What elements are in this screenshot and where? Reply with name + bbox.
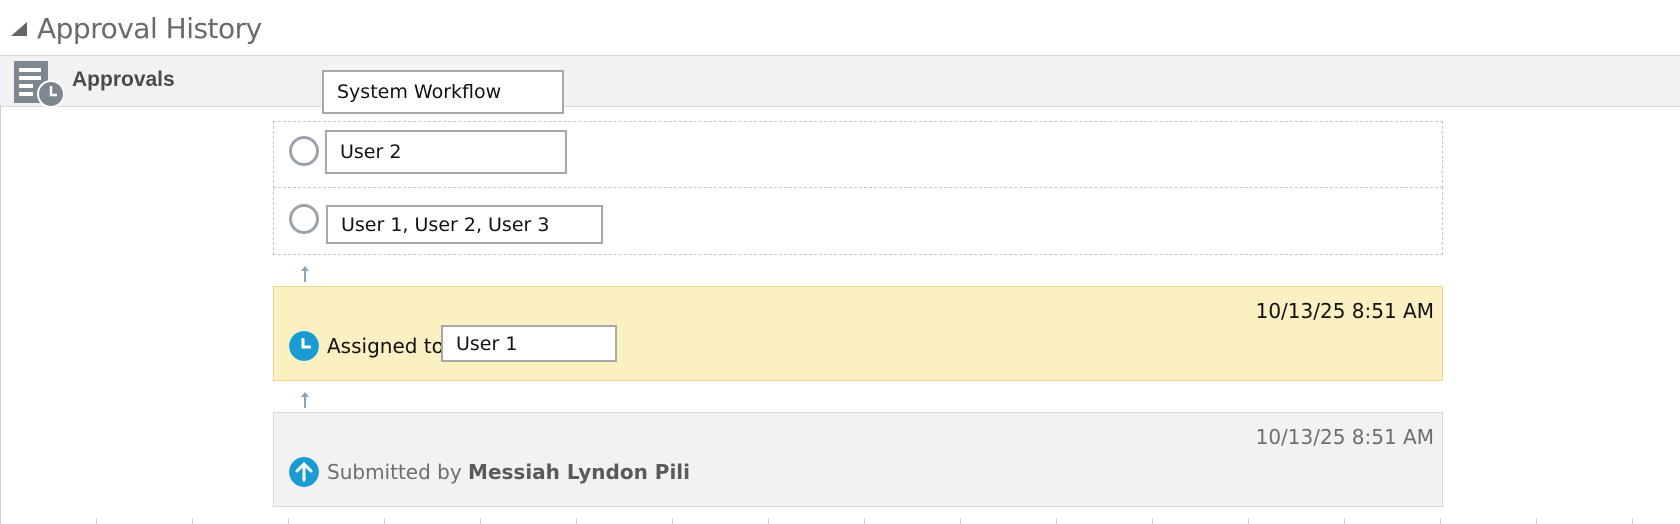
- ruler-tick: [1056, 518, 1057, 524]
- ruler-tick: [192, 518, 193, 524]
- ruler-tick: [1152, 518, 1153, 524]
- bottom-ruler: [0, 518, 1680, 524]
- document-clock-icon: [14, 61, 64, 107]
- ruler-tick: [1248, 518, 1249, 524]
- ruler-tick: [960, 518, 961, 524]
- pending-circle-icon: [289, 204, 319, 234]
- left-divider: [0, 105, 1, 524]
- ruler-tick: [1440, 518, 1441, 524]
- ruler-tick: [384, 518, 385, 524]
- assignee-box: User 1, User 2, User 3: [326, 205, 603, 244]
- ruler-tick: [480, 518, 481, 524]
- approvals-title: Approvals: [72, 68, 175, 91]
- pending-circle-icon: [289, 136, 319, 166]
- future-approval-step: User 1, User 2, User 3: [273, 187, 1443, 255]
- submitter-name: Messiah Lyndon Pili: [468, 460, 691, 484]
- ruler-tick: [864, 518, 865, 524]
- submitted-by-text: Submitted by Messiah Lyndon Pili: [327, 460, 690, 484]
- ruler-tick: [288, 518, 289, 524]
- collapse-triangle-icon[interactable]: [11, 22, 27, 36]
- submitted-approval-card: 10/13/25 8:51 AM Submitted by Messiah Ly…: [273, 412, 1443, 507]
- assigned-approval-card: 10/13/25 8:51 AM Assigned to User 1: [273, 286, 1443, 381]
- assignee-box: User 1: [441, 325, 617, 362]
- approval-history-page: Approval History Approvals System Workfl…: [0, 0, 1680, 524]
- approvals-bar: Approvals: [0, 55, 1680, 107]
- ruler-tick: [1632, 518, 1633, 524]
- ruler-tick: [1344, 518, 1345, 524]
- clock-icon: [289, 331, 319, 361]
- up-arrow-icon: [289, 457, 319, 487]
- ruler-tick: [1536, 518, 1537, 524]
- ruler-tick: [576, 518, 577, 524]
- assigned-timestamp: 10/13/25 8:51 AM: [1255, 299, 1434, 323]
- approval-history-header: Approval History: [0, 0, 1680, 54]
- section-title: Approval History: [37, 12, 262, 45]
- future-approval-step: User 2: [273, 121, 1443, 188]
- ruler-tick: [96, 518, 97, 524]
- assigned-to-label: Assigned to: [327, 334, 444, 358]
- system-workflow-label: System Workflow: [322, 70, 564, 114]
- connector-arrow-icon: [301, 266, 309, 282]
- connector-arrow-icon: [301, 392, 309, 408]
- ruler-tick: [768, 518, 769, 524]
- submitted-timestamp: 10/13/25 8:51 AM: [1255, 425, 1434, 449]
- assignee-box: User 2: [325, 130, 567, 174]
- submitted-by-label: Submitted by: [327, 460, 462, 484]
- ruler-tick: [672, 518, 673, 524]
